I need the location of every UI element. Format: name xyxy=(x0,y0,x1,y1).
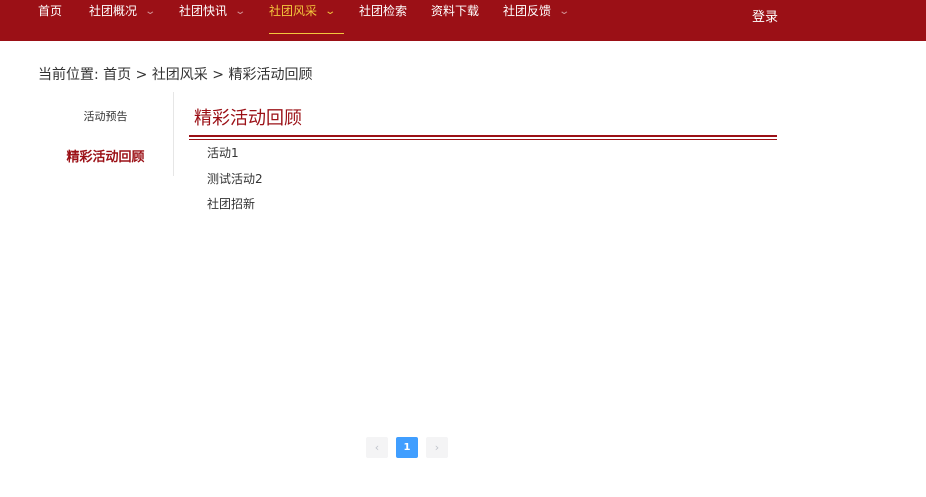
nav-item-downloads[interactable]: 资料下载 xyxy=(431,0,479,33)
login-link[interactable]: 登录 xyxy=(752,6,778,25)
list-item[interactable]: 社团招新 xyxy=(207,195,255,212)
chevron-down-icon: ⌄ xyxy=(558,6,571,17)
nav-item-feedback[interactable]: 社团反馈 ⌄ xyxy=(503,0,571,33)
nav-label: 社团风采 xyxy=(269,4,318,18)
breadcrumb-item-current: 精彩活动回顾 xyxy=(228,67,313,83)
nav-label: 首页 xyxy=(38,4,63,18)
nav-label: 资料下载 xyxy=(431,4,480,18)
sidebar-item-highlights[interactable]: 精彩活动回顾 xyxy=(38,146,173,165)
breadcrumb: 当前位置: 首页 > 社团风采 > 精彩活动回顾 xyxy=(38,64,312,84)
list-item[interactable]: 测试活动2 xyxy=(207,170,263,187)
prev-page-button[interactable]: ‹ xyxy=(366,437,388,458)
nav-label: 社团概况 xyxy=(89,4,138,18)
top-nav-bar: 首页 社团概况 ⌄ 社团快讯 ⌄ 社团风采 ⌄ 社团检索 资料下载 社团反馈 ⌄ 登录 xyxy=(0,0,926,41)
chevron-down-icon: ⌄ xyxy=(324,6,337,17)
chevron-down-icon: ⌄ xyxy=(234,6,247,17)
nav-item-news[interactable]: 社团快讯 ⌄ xyxy=(179,0,247,33)
chevron-left-icon: ‹ xyxy=(374,441,380,454)
page-number-button[interactable]: 1 xyxy=(396,437,418,458)
nav-item-search[interactable]: 社团检索 xyxy=(359,0,407,33)
next-page-button[interactable]: › xyxy=(426,437,448,458)
breadcrumb-item-home[interactable]: 首页 xyxy=(103,67,131,83)
chevron-right-icon: › xyxy=(434,441,440,454)
sidebar-item-preview[interactable]: 活动预告 xyxy=(38,108,173,124)
page-title: 精彩活动回顾 xyxy=(194,108,302,129)
title-divider xyxy=(189,135,777,140)
nav-label: 社团反馈 xyxy=(503,4,552,18)
sidebar: 活动预告 精彩活动回顾 xyxy=(38,92,174,176)
list-item[interactable]: 活动1 xyxy=(207,144,239,161)
breadcrumb-prefix: 当前位置: xyxy=(38,67,99,83)
nav-label: 社团快讯 xyxy=(179,4,228,18)
chevron-down-icon: ⌄ xyxy=(144,6,157,17)
nav-item-home[interactable]: 首页 xyxy=(38,0,62,33)
nav-label: 社团检索 xyxy=(359,4,408,18)
nav-item-overview[interactable]: 社团概况 ⌄ xyxy=(89,0,157,33)
nav-item-style[interactable]: 社团风采 ⌄ xyxy=(269,0,344,34)
breadcrumb-separator: > xyxy=(212,67,224,83)
breadcrumb-item-section[interactable]: 社团风采 xyxy=(152,67,208,83)
breadcrumb-separator: > xyxy=(135,67,148,83)
